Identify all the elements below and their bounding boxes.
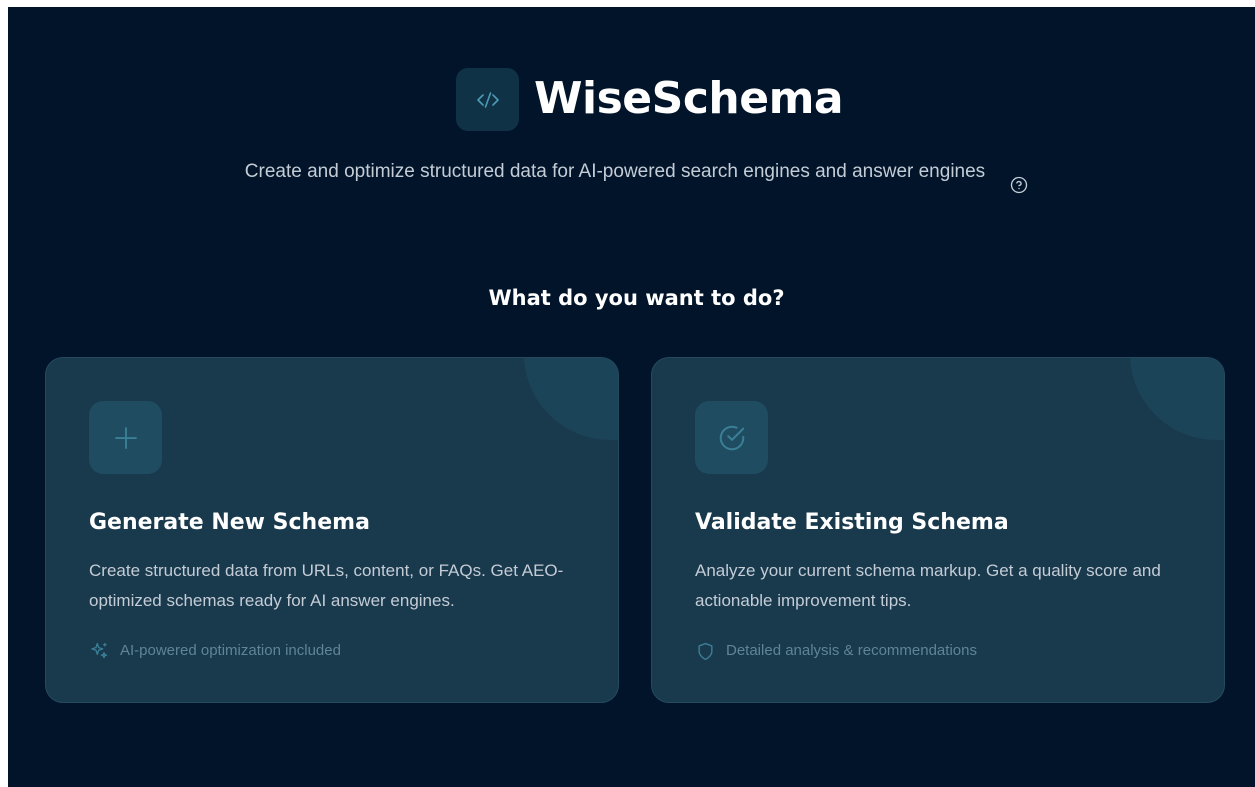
card-title: Validate Existing Schema (695, 510, 1009, 535)
shield-icon (695, 641, 715, 661)
subtitle: Create and optimize structured data for … (244, 161, 986, 182)
code-brackets-icon (456, 68, 519, 131)
card-description: Analyze your current schema markup. Get … (695, 561, 1161, 610)
help-circle-icon[interactable] (1008, 174, 1030, 196)
card-footer-text: Detailed analysis & recommendations (726, 642, 977, 659)
card-footer: Detailed analysis & recommendations (695, 639, 977, 663)
app-root: WiseSchema Create and optimize structure… (8, 7, 1255, 787)
plus-icon (89, 401, 162, 474)
prompt-question: What do you want to do? (488, 286, 785, 310)
card-title: Generate New Schema (89, 510, 370, 535)
app-title: WiseSchema (534, 73, 844, 124)
generate-schema-card[interactable]: Generate New Schema Create structured da… (45, 357, 619, 703)
card-description: Create structured data from URLs, conten… (89, 561, 564, 610)
card-decoration (524, 358, 618, 440)
check-circle-icon (695, 401, 768, 474)
sparkles-icon (89, 641, 109, 661)
card-footer-text: AI-powered optimization included (120, 642, 341, 659)
card-decoration (1130, 358, 1224, 440)
header: WiseSchema (8, 67, 1255, 137)
card-footer: AI-powered optimization included (89, 639, 341, 663)
validate-schema-card[interactable]: Validate Existing Schema Analyze your cu… (651, 357, 1225, 703)
